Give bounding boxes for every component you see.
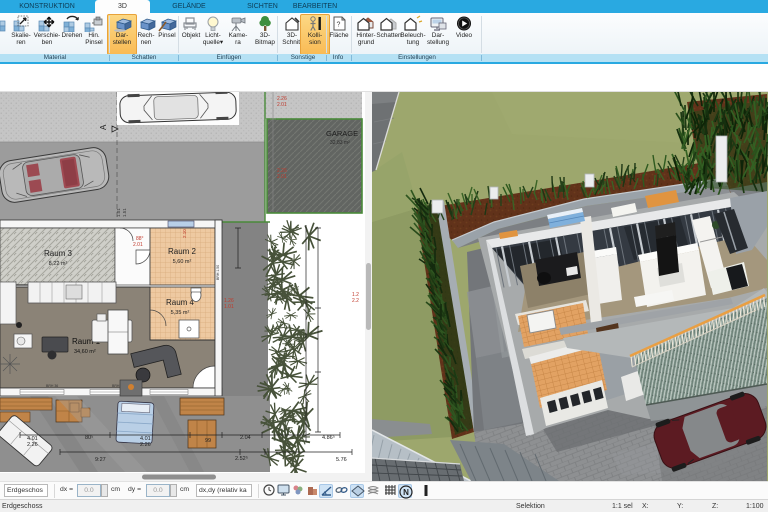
svg-text:80⁵: 80⁵ <box>85 434 93 441</box>
svg-text:2.26: 2.26 <box>140 442 151 448</box>
svg-text:8,22 m²: 8,22 m² <box>49 261 68 267</box>
svg-text:5.76: 5.76 <box>336 457 347 463</box>
svg-text:2.01: 2.01 <box>277 102 287 108</box>
svg-text:1.51: 1.51 <box>122 208 127 217</box>
svg-text:BRH 1.50: BRH 1.50 <box>216 265 220 280</box>
svg-text:99: 99 <box>205 438 211 444</box>
svg-text:2.10: 2.10 <box>182 229 187 238</box>
svg-text:9:27: 9:27 <box>95 457 106 463</box>
svg-text:Raum 2: Raum 2 <box>168 247 197 256</box>
svg-text:N: N <box>403 488 409 497</box>
svg-text:4.86⁵: 4.86⁵ <box>322 434 335 441</box>
svg-text:A: A <box>99 124 108 130</box>
svg-text:5,35 m²: 5,35 m² <box>171 310 190 316</box>
svg-text:BRH 36: BRH 36 <box>46 384 58 388</box>
svg-text:1.01: 1.01 <box>116 208 121 217</box>
svg-text:?: ? <box>337 22 341 29</box>
svg-text:2.01: 2.01 <box>133 242 143 248</box>
svg-text:2.26: 2.26 <box>27 442 38 448</box>
svg-text:Raum 3: Raum 3 <box>44 249 73 258</box>
svg-text:32,83 m²: 32,83 m² <box>330 140 350 146</box>
svg-text:2.04: 2.04 <box>240 435 251 441</box>
svg-text:5,60 m²: 5,60 m² <box>173 259 192 265</box>
svg-text:GARAGE: GARAGE <box>326 129 358 138</box>
svg-text:2.2: 2.2 <box>352 298 359 304</box>
svg-text:Raum 4: Raum 4 <box>166 298 195 307</box>
svg-text:2.52⁵: 2.52⁵ <box>235 455 248 462</box>
svg-text:34,60 m²: 34,60 m² <box>74 349 96 355</box>
svg-text:1.01: 1.01 <box>224 304 234 310</box>
svg-text:2.01: 2.01 <box>277 174 287 180</box>
